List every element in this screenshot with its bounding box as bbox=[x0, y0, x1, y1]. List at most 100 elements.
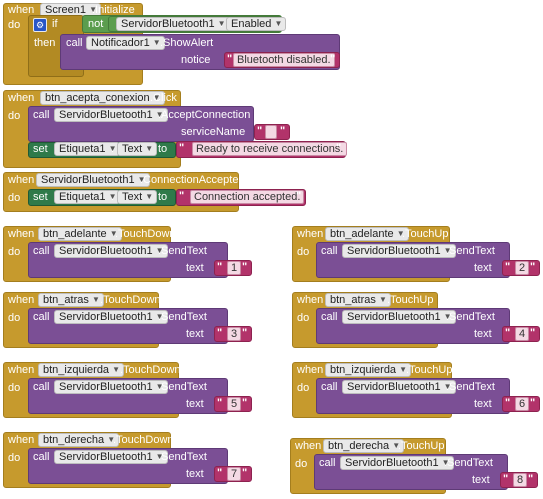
property-dropdown[interactable]: Text ▼ bbox=[117, 142, 158, 156]
quote-open: " bbox=[179, 142, 185, 154]
component-dropdown[interactable]: ServidorBluetooth1 ▼ bbox=[54, 380, 168, 394]
quote-close: " bbox=[242, 261, 248, 273]
when-label: when bbox=[8, 92, 35, 104]
text-value[interactable]: 7 bbox=[227, 467, 242, 481]
component-dropdown[interactable]: ServidorBluetooth1 ▼ bbox=[54, 310, 168, 324]
quote-open: " bbox=[505, 397, 511, 409]
component-name: ServidorBluetooth1 bbox=[59, 109, 153, 121]
call-label: call bbox=[319, 457, 336, 469]
component-name: btn_izquierda bbox=[330, 364, 397, 376]
text-value[interactable]: 5 bbox=[227, 397, 242, 411]
param-label: text bbox=[186, 468, 204, 480]
text-value[interactable]: 6 bbox=[515, 397, 530, 411]
component-dropdown[interactable]: ServidorBluetooth1 ▼ bbox=[342, 244, 456, 258]
quote-open: " bbox=[217, 261, 223, 273]
component-name: Etiqueta1 bbox=[59, 191, 106, 203]
call-label: call bbox=[33, 109, 50, 121]
component-dropdown[interactable]: ServidorBluetooth1 ▼ bbox=[342, 310, 456, 324]
method-name: .SendText bbox=[158, 451, 207, 463]
text-value[interactable]: 1 bbox=[227, 261, 242, 275]
component-dropdown[interactable]: btn_derecha ▼ bbox=[38, 433, 120, 447]
when-label: when bbox=[295, 440, 322, 452]
method-name: .SendText bbox=[446, 311, 495, 323]
component-dropdown[interactable]: ServidorBluetooth1 ▼ bbox=[340, 456, 454, 470]
component-dropdown[interactable]: ServidorBluetooth1 ▼ bbox=[54, 244, 168, 258]
param-label: text bbox=[474, 328, 492, 340]
do-label: do bbox=[8, 19, 21, 31]
call-label: call bbox=[33, 245, 50, 257]
chevron-down-icon: ▼ bbox=[91, 295, 100, 304]
method-name: .SendText bbox=[158, 381, 207, 393]
component-dropdown[interactable]: ServidorBluetooth1 ▼ bbox=[116, 17, 230, 31]
component-dropdown[interactable]: ServidorBluetooth1 ▼ bbox=[54, 450, 168, 464]
component-dropdown[interactable]: btn_izquierda ▼ bbox=[325, 363, 412, 377]
param-label: text bbox=[472, 474, 490, 486]
property-dropdown[interactable]: Text ▼ bbox=[117, 190, 158, 204]
event-name: .TouchUp bbox=[402, 228, 449, 240]
quote-open: " bbox=[217, 327, 223, 339]
do-label: do bbox=[8, 312, 21, 324]
do-label: do bbox=[295, 458, 308, 470]
gear-icon[interactable]: ⚙ bbox=[33, 18, 47, 32]
component-name: ServidorBluetooth1 bbox=[59, 311, 153, 323]
not-label: not bbox=[88, 18, 104, 30]
dot-label: . bbox=[111, 143, 115, 155]
quote-close: " bbox=[296, 190, 302, 202]
component-dropdown[interactable]: Notificador1 ▼ bbox=[86, 36, 165, 50]
param-label: text bbox=[186, 398, 204, 410]
component-name: btn_acepta_conexion bbox=[45, 92, 150, 104]
component-name: ServidorBluetooth1 bbox=[347, 311, 441, 323]
call-label: call bbox=[321, 245, 338, 257]
property-dropdown[interactable]: Enabled ▼ bbox=[226, 17, 287, 31]
component-dropdown[interactable]: btn_adelante ▼ bbox=[38, 227, 122, 241]
text-value[interactable]: Ready to receive connections. bbox=[192, 142, 348, 156]
text-value[interactable]: Connection accepted. bbox=[190, 190, 305, 204]
call-label: call bbox=[33, 451, 50, 463]
param-label: text bbox=[186, 262, 204, 274]
do-label: do bbox=[8, 110, 21, 122]
text-value[interactable]: 4 bbox=[515, 327, 530, 341]
component-dropdown[interactable]: btn_izquierda ▼ bbox=[38, 363, 125, 377]
call-label: call bbox=[33, 381, 50, 393]
component-name: btn_adelante bbox=[43, 228, 107, 240]
quote-close: " bbox=[242, 397, 248, 409]
call-label: call bbox=[321, 311, 338, 323]
method-name: .SendText bbox=[158, 245, 207, 257]
quote-open: " bbox=[217, 397, 223, 409]
chevron-down-icon: ▼ bbox=[145, 144, 154, 153]
component-dropdown[interactable]: ServidorBluetooth1 ▼ bbox=[342, 380, 456, 394]
text-value[interactable]: Bluetooth disabled. bbox=[233, 53, 335, 67]
when-label: when bbox=[8, 228, 35, 240]
component-name: Notificador1 bbox=[91, 37, 150, 49]
component-dropdown[interactable]: ServidorBluetooth1 ▼ bbox=[54, 108, 168, 122]
component-name: ServidorBluetooth1 bbox=[345, 457, 439, 469]
chevron-down-icon: ▼ bbox=[145, 192, 154, 201]
component-dropdown[interactable]: ServidorBluetooth1 ▼ bbox=[36, 173, 150, 187]
component-name: ServidorBluetooth1 bbox=[121, 18, 215, 30]
text-value[interactable]: 8 bbox=[513, 473, 528, 487]
method-name: .SendText bbox=[444, 457, 493, 469]
method-name: .SendText bbox=[446, 245, 495, 257]
dot-label: . bbox=[111, 191, 115, 203]
component-name: ServidorBluetooth1 bbox=[347, 245, 441, 257]
component-dropdown[interactable]: btn_derecha ▼ bbox=[323, 439, 405, 453]
chevron-down-icon: ▼ bbox=[274, 19, 283, 28]
quote-open: " bbox=[505, 327, 511, 339]
text-value[interactable] bbox=[265, 125, 277, 139]
text-value[interactable]: 2 bbox=[515, 261, 530, 275]
text-value[interactable]: 3 bbox=[227, 327, 242, 341]
do-label: do bbox=[297, 382, 310, 394]
call-label: call bbox=[321, 381, 338, 393]
when-label: when bbox=[8, 294, 35, 306]
quote-close: " bbox=[280, 125, 286, 137]
component-dropdown[interactable]: btn_acepta_conexion ▼ bbox=[40, 91, 165, 105]
component-dropdown[interactable]: btn_atras ▼ bbox=[325, 293, 391, 307]
chevron-down-icon: ▼ bbox=[378, 295, 387, 304]
event-name: .TouchDown bbox=[100, 294, 161, 306]
component-dropdown[interactable]: btn_atras ▼ bbox=[38, 293, 104, 307]
param-label: serviceName bbox=[181, 126, 246, 138]
component-dropdown[interactable]: btn_adelante ▼ bbox=[325, 227, 409, 241]
quote-close: " bbox=[336, 142, 342, 154]
set-label: set bbox=[33, 191, 48, 203]
param-label: notice bbox=[181, 54, 211, 66]
